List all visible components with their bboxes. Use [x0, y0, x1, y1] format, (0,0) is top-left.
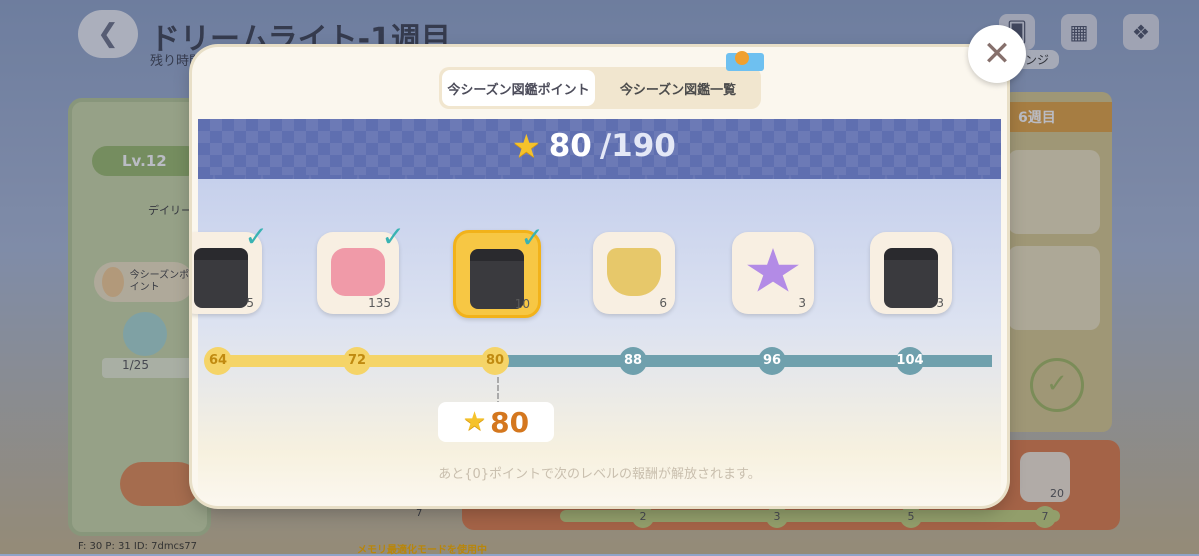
milestone-node: 72: [343, 347, 371, 375]
new-badge-icon: [726, 51, 764, 71]
max-points: /190: [599, 128, 676, 164]
tab-season-points[interactable]: 今シーズン図鑑ポイント: [442, 70, 595, 106]
milestone-node: 88: [619, 347, 647, 375]
reward-item[interactable]: 3: [870, 232, 952, 314]
close-button[interactable]: ✕: [968, 25, 1026, 83]
reward-item[interactable]: ✓ 135: [317, 220, 405, 314]
clapper-box-icon: [884, 248, 938, 308]
current-points-value: 80: [490, 405, 530, 439]
reward-count: 135: [368, 296, 391, 310]
debug-info: F: 30 P: 31 ID: 7dmcs77: [78, 541, 197, 552]
clapper-box-icon: [194, 248, 248, 308]
star-icon: ★: [512, 127, 541, 165]
next-reward-hint: あと{0}ポイントで次のレベルの報酬が解放されます。: [438, 467, 761, 482]
reward-item[interactable]: 3: [732, 232, 814, 314]
reward-count: 6: [659, 296, 667, 310]
check-icon: ✓: [244, 220, 268, 253]
check-icon: ✓: [520, 221, 544, 254]
close-icon: ✕: [982, 34, 1012, 74]
reward-item-current[interactable]: ✓ 10: [453, 221, 544, 318]
pink-backpack-icon: [331, 248, 385, 296]
reward-count: 3: [936, 296, 944, 310]
purple-star-icon: [747, 248, 799, 292]
current-points: 80: [548, 128, 592, 164]
reward-count: 10: [514, 297, 530, 311]
points-summary: ★ 80 /190: [512, 127, 676, 165]
milestone-node: 104: [896, 347, 924, 375]
star-icon: ★: [462, 407, 487, 437]
current-points-badge: ★ 80: [438, 402, 554, 442]
tab-bar: 今シーズン図鑑ポイント 今シーズン図鑑一覧: [439, 67, 761, 109]
reward-count: 5: [246, 296, 254, 310]
collection-points-modal: 今シーズン図鑑ポイント 今シーズン図鑑一覧 ★ 80 /190 ✓ 5 ✓ 13…: [192, 47, 1007, 506]
reward-track-area: [198, 179, 1001, 501]
milestone-node: 64: [204, 347, 232, 375]
reward-count: 3: [798, 296, 806, 310]
reward-item[interactable]: 6: [593, 232, 675, 314]
tab-season-list[interactable]: 今シーズン図鑑一覧: [599, 70, 757, 106]
milestone-node: 96: [758, 347, 786, 375]
shield-clock-badge-icon: [607, 248, 661, 296]
check-icon: ✓: [381, 220, 405, 253]
milestone-node: 80: [481, 347, 509, 375]
reward-item[interactable]: ✓ 5: [192, 220, 268, 314]
